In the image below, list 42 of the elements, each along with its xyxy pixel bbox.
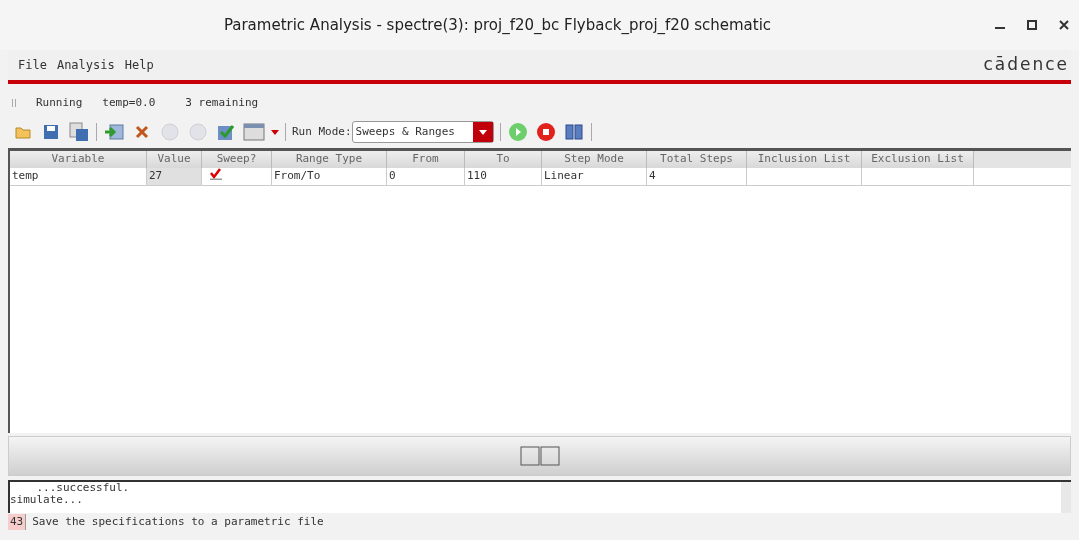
column-header[interactable]: Variable bbox=[10, 151, 147, 168]
status-text: 3 remaining bbox=[185, 94, 259, 111]
column-header[interactable]: Value bbox=[147, 151, 202, 168]
column-header[interactable]: Exclusion List bbox=[862, 151, 974, 168]
stop-icon[interactable] bbox=[534, 121, 557, 143]
scrollbar[interactable] bbox=[1061, 482, 1071, 513]
table-cell: 0 bbox=[387, 168, 465, 185]
import-icon[interactable] bbox=[103, 121, 125, 143]
table-cell: 4 bbox=[647, 168, 747, 185]
menu-item[interactable]: Analysis bbox=[56, 56, 115, 74]
table-cell: Linear bbox=[542, 168, 647, 185]
column-header[interactable]: Step Mode bbox=[542, 151, 647, 168]
menu-item[interactable]: File bbox=[18, 56, 47, 74]
table-cell: 27 bbox=[147, 168, 202, 185]
column-header[interactable]: Total Steps bbox=[647, 151, 747, 168]
columns-icon[interactable] bbox=[562, 121, 585, 143]
column-header[interactable]: From bbox=[387, 151, 465, 168]
maximize-icon[interactable] bbox=[1027, 20, 1037, 30]
save-as-icon[interactable] bbox=[68, 121, 90, 143]
status-text: Running bbox=[36, 94, 83, 111]
line-number: 43 bbox=[8, 513, 27, 531]
close-icon[interactable] bbox=[1059, 20, 1069, 30]
column-header[interactable]: To bbox=[465, 151, 542, 168]
menu-item[interactable]: Help bbox=[124, 56, 154, 74]
table-cell: From/To bbox=[272, 168, 387, 185]
column-header[interactable]: Sweep? bbox=[202, 151, 272, 168]
status-message: Save the specifications to a parametric file bbox=[31, 513, 324, 530]
caret-icon[interactable] bbox=[478, 129, 487, 135]
cadence-logo: cādence bbox=[983, 53, 1070, 77]
checkbox-check-icon[interactable] bbox=[210, 168, 222, 180]
table-cell: 110 bbox=[465, 168, 542, 185]
table-icon[interactable] bbox=[243, 121, 265, 143]
window-title: Parametric Analysis - spectre(3): proj_f20_bc Flyback_proj_f20 schematic bbox=[222, 14, 773, 36]
run-mode-select[interactable]: Sweeps & Ranges bbox=[351, 121, 494, 143]
column-header[interactable]: Inclusion List bbox=[747, 151, 862, 168]
console-output: ...successful. simulate... bbox=[10, 482, 131, 508]
column-header[interactable]: Range Type bbox=[272, 151, 387, 168]
dropdown-arrow-icon[interactable] bbox=[271, 129, 279, 135]
run-mode-label: Run Mode: bbox=[292, 123, 352, 140]
status-text: temp=0.0 bbox=[102, 94, 156, 111]
grip-icon bbox=[12, 99, 16, 107]
splitter-handle-icon[interactable] bbox=[519, 446, 560, 466]
